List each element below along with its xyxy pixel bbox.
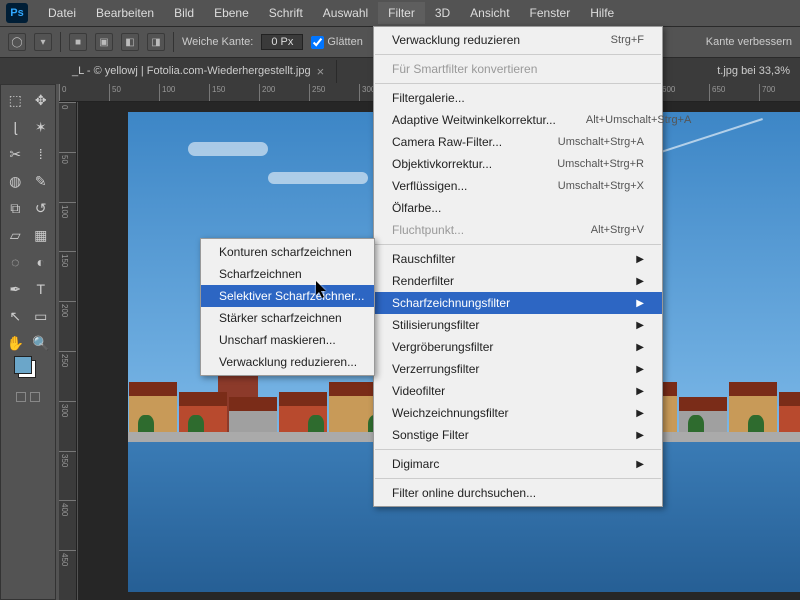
type-tool[interactable]: T: [29, 276, 54, 302]
menu-item: Für Smartfilter konvertieren: [374, 58, 662, 80]
document-title: _L - © yellowj | Fotolia.com-Wiederherge…: [72, 65, 311, 77]
app-logo: Ps: [6, 3, 28, 23]
hand-tool[interactable]: ✋: [3, 330, 28, 356]
menu-ebene[interactable]: Ebene: [204, 2, 259, 24]
menu-item[interactable]: Vergröberungsfilter▶: [374, 336, 662, 358]
menu-filter[interactable]: Filter: [378, 2, 425, 24]
stamp-tool[interactable]: ⧉: [3, 195, 28, 221]
menu-item[interactable]: Digimarc▶: [374, 453, 662, 475]
menu-item[interactable]: Sonstige Filter▶: [374, 424, 662, 446]
menu-item[interactable]: Camera Raw-Filter...Umschalt+Strg+A: [374, 131, 662, 153]
selection-sub-icon[interactable]: ◧: [121, 33, 139, 51]
smooth-input[interactable]: [311, 36, 324, 49]
menu-fenster[interactable]: Fenster: [520, 2, 581, 24]
history-brush-tool[interactable]: ↺: [29, 195, 54, 221]
menu-item[interactable]: Verwacklung reduzieren...: [201, 351, 374, 373]
crop-tool[interactable]: ✂: [3, 141, 28, 167]
menu-item: Fluchtpunkt...Alt+Strg+V: [374, 219, 662, 241]
menu-item[interactable]: Weichzeichnungsfilter▶: [374, 402, 662, 424]
menu-schrift[interactable]: Schrift: [259, 2, 313, 24]
marquee-tool[interactable]: ⬚: [3, 87, 28, 113]
menu-ansicht[interactable]: Ansicht: [460, 2, 519, 24]
menu-item[interactable]: Adaptive Weitwinkelkorrektur...Alt+Umsch…: [374, 109, 662, 131]
selection-add-icon[interactable]: ▣: [95, 33, 113, 51]
move-tool[interactable]: ✥: [29, 87, 54, 113]
document-tab[interactable]: _L - © yellowj | Fotolia.com-Wiederherge…: [60, 60, 337, 83]
foreground-color[interactable]: [14, 356, 32, 374]
selection-intersect-icon[interactable]: ◨: [147, 33, 165, 51]
zoom-text: t.jpg bei 33,3%: [717, 65, 790, 77]
mouse-cursor: [315, 281, 329, 299]
menu-item[interactable]: Ölfarbe...: [374, 197, 662, 219]
menu-auswahl[interactable]: Auswahl: [313, 2, 378, 24]
soft-edge-value[interactable]: 0 Px: [261, 34, 303, 50]
color-swatches[interactable]: [3, 357, 53, 383]
dropdown-icon[interactable]: ▾: [34, 33, 52, 51]
menu-item[interactable]: Konturen scharfzeichnen: [201, 241, 374, 263]
menu-item[interactable]: Stärker scharfzeichnen: [201, 307, 374, 329]
menu-item[interactable]: Rauschfilter▶: [374, 248, 662, 270]
zoom-tool[interactable]: 🔍: [29, 330, 54, 356]
pen-tool[interactable]: ✒: [3, 276, 28, 302]
path-tool[interactable]: ↖: [3, 303, 28, 329]
app-menubar: Ps DateiBearbeitenBildEbeneSchriftAuswah…: [0, 0, 800, 26]
brush-tool[interactable]: ✎: [29, 168, 54, 194]
blur-tool[interactable]: ◌: [3, 249, 28, 275]
dodge-tool[interactable]: ◐: [29, 249, 54, 275]
menu-item[interactable]: Verzerrungsfilter▶: [374, 358, 662, 380]
menu-3d[interactable]: 3D: [425, 2, 460, 24]
gradient-tool[interactable]: ▦: [29, 222, 54, 248]
tools-panel: ⬚ ✥ ɭ ✶ ✂ ⁞ ◍ ✎ ⧉ ↺ ▱ ▦ ◌ ◐ ✒ T ↖ ▭ ✋ 🔍: [0, 84, 56, 600]
zoom-info: t.jpg bei 33,3%: [707, 61, 800, 81]
close-icon[interactable]: ×: [317, 64, 325, 79]
menu-item[interactable]: Filter online durchsuchen...: [374, 482, 662, 504]
shape-tool[interactable]: ▭: [29, 303, 54, 329]
eraser-tool[interactable]: ▱: [3, 222, 28, 248]
soft-edge-label: Weiche Kante:: [182, 36, 253, 48]
improve-edge-label[interactable]: Kante verbessern: [706, 36, 792, 48]
quickmask-toggle[interactable]: [3, 384, 53, 410]
menu-item[interactable]: Verflüssigen...Umschalt+Strg+X: [374, 175, 662, 197]
menu-item[interactable]: Filtergalerie...: [374, 87, 662, 109]
ruler-vertical: 050100150200250300350400450: [59, 102, 77, 600]
lasso-tool[interactable]: ɭ: [3, 114, 28, 140]
menu-item[interactable]: Stilisierungsfilter▶: [374, 314, 662, 336]
filter-menu[interactable]: Verwacklung reduzierenStrg+F Für Smartfil…: [373, 26, 663, 507]
wand-tool[interactable]: ✶: [29, 114, 54, 140]
menu-datei[interactable]: Datei: [38, 2, 86, 24]
smooth-checkbox[interactable]: Glätten: [311, 36, 362, 49]
menu-bearbeiten[interactable]: Bearbeiten: [86, 2, 164, 24]
divider: [173, 32, 174, 52]
menu-item[interactable]: Scharfzeichnen: [201, 263, 374, 285]
menu-bild[interactable]: Bild: [164, 2, 204, 24]
menu-item[interactable]: Verwacklung reduzierenStrg+F: [374, 29, 662, 51]
menu-item[interactable]: Selektiver Scharfzeichner...: [201, 285, 374, 307]
divider: [60, 32, 61, 52]
menu-item[interactable]: Scharfzeichnungsfilter▶: [374, 292, 662, 314]
marquee-icon[interactable]: ◯: [8, 33, 26, 51]
sharpen-submenu[interactable]: Konturen scharfzeichnenScharfzeichnenSel…: [200, 238, 375, 376]
menu-item[interactable]: Objektivkorrektur...Umschalt+Strg+R: [374, 153, 662, 175]
menu-item[interactable]: Videofilter▶: [374, 380, 662, 402]
heal-tool[interactable]: ◍: [3, 168, 28, 194]
menu-item[interactable]: Unscharf maskieren...: [201, 329, 374, 351]
selection-new-icon[interactable]: ■: [69, 33, 87, 51]
menu-hilfe[interactable]: Hilfe: [580, 2, 624, 24]
smooth-label: Glätten: [327, 36, 362, 48]
eyedropper-tool[interactable]: ⁞: [29, 141, 54, 167]
menu-item[interactable]: Renderfilter▶: [374, 270, 662, 292]
